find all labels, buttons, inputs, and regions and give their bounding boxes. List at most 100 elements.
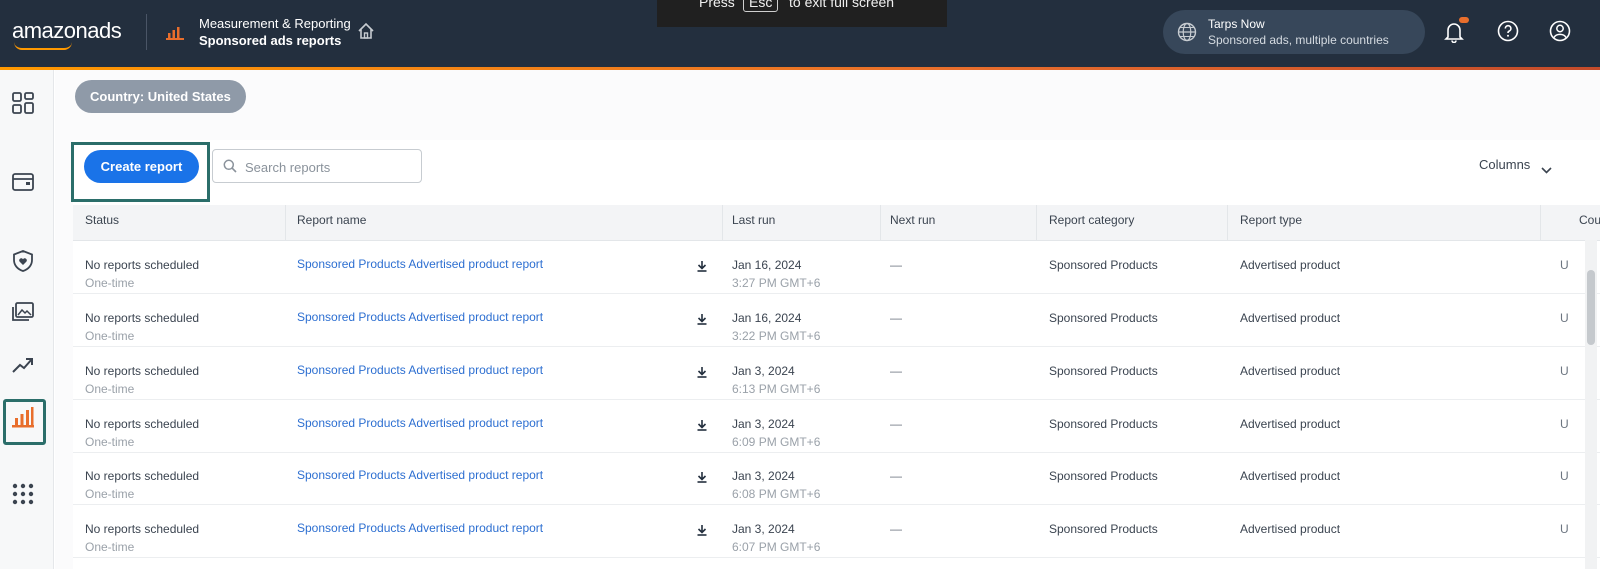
report-country: U: [1560, 258, 1569, 272]
row-status: No reports scheduled: [85, 258, 200, 272]
country-filter-chip[interactable]: Country: United States: [75, 80, 246, 113]
esc-key-label: Esc: [743, 0, 779, 12]
report-name-link[interactable]: Sponsored Products Advertised product re…: [297, 521, 543, 535]
header-status[interactable]: Status: [85, 213, 119, 227]
report-category: Sponsored Products: [1049, 311, 1158, 325]
report-name-link[interactable]: Sponsored Products Advertised product re…: [297, 363, 543, 377]
report-name-link[interactable]: Sponsored Products Advertised product re…: [297, 468, 543, 482]
next-run-value: —: [890, 364, 902, 378]
report-name-link[interactable]: Sponsored Products Advertised product re…: [297, 257, 543, 271]
row-status: No reports scheduled: [85, 364, 200, 378]
logo-smile-mark: [14, 42, 72, 50]
account-scope: Sponsored ads, multiple countries: [1208, 33, 1389, 47]
account-switcher[interactable]: Tarps Now Sponsored ads, multiple countr…: [1163, 10, 1425, 54]
account-name: Tarps Now: [1208, 17, 1265, 31]
next-run-value: —: [890, 311, 902, 325]
next-run-value: —: [890, 522, 902, 536]
report-type: Advertised product: [1240, 469, 1341, 483]
row-status: No reports scheduled: [85, 522, 200, 536]
last-run-time: 3:27 PM GMT+6: [732, 276, 821, 290]
apps-grid-icon[interactable]: [11, 482, 35, 511]
report-type: Advertised product: [1240, 364, 1341, 378]
search-reports-input[interactable]: [245, 157, 415, 177]
report-category: Sponsored Products: [1049, 417, 1158, 431]
next-run-value: —: [890, 417, 902, 431]
notification-badge: [1459, 17, 1469, 23]
fullscreen-suffix: to exit full screen: [789, 0, 895, 10]
scrollbar-thumb[interactable]: [1587, 270, 1595, 345]
last-run-time: 6:13 PM GMT+6: [732, 382, 821, 396]
selected-nav-highlight: [3, 399, 46, 445]
create-report-button[interactable]: Create report: [84, 150, 199, 183]
column-divider: [880, 205, 881, 241]
report-country: U: [1560, 469, 1569, 483]
report-category: Sponsored Products: [1049, 522, 1158, 536]
last-run-date: Jan 16, 2024: [732, 311, 802, 325]
column-divider: [1227, 205, 1228, 241]
next-run-value: —: [890, 469, 902, 483]
row-frequency: One-time: [85, 487, 135, 501]
report-type: Advertised product: [1240, 311, 1341, 325]
row-status: No reports scheduled: [85, 417, 200, 431]
report-type: Advertised product: [1240, 417, 1341, 431]
shield-icon[interactable]: [11, 249, 35, 278]
notifications-bell-icon[interactable]: [1444, 21, 1464, 48]
report-type: Advertised product: [1240, 258, 1341, 272]
amazon-ads-logo[interactable]: amazonads: [12, 18, 122, 44]
media-icon[interactable]: [11, 300, 35, 329]
last-run-date: Jan 3, 2024: [732, 469, 795, 483]
row-frequency: One-time: [85, 540, 135, 554]
row-status: No reports scheduled: [85, 469, 200, 483]
topbar-divider: [146, 14, 147, 50]
search-box[interactable]: [212, 149, 422, 183]
fullscreen-exit-banner: Press Esc to exit full screen: [657, 0, 947, 27]
header-report-type[interactable]: Report type: [1240, 213, 1302, 227]
download-icon[interactable]: [696, 365, 708, 383]
dashboard-icon[interactable]: [11, 91, 35, 120]
search-icon: [223, 159, 237, 178]
last-run-date: Jan 3, 2024: [732, 364, 795, 378]
download-icon[interactable]: [696, 470, 708, 488]
header-next-run[interactable]: Next run: [890, 213, 935, 227]
fullscreen-prefix: Press: [699, 0, 735, 10]
bar-chart-icon: [166, 26, 184, 45]
last-run-time: 3:22 PM GMT+6: [732, 329, 821, 343]
download-icon[interactable]: [696, 418, 708, 436]
last-run-date: Jan 3, 2024: [732, 522, 795, 536]
home-icon[interactable]: [357, 22, 375, 45]
report-category: Sponsored Products: [1049, 364, 1158, 378]
user-profile-icon[interactable]: [1549, 20, 1571, 47]
report-country: U: [1560, 311, 1569, 325]
download-icon[interactable]: [696, 312, 708, 330]
row-frequency: One-time: [85, 276, 135, 290]
globe-icon: [1177, 22, 1197, 47]
report-category: Sponsored Products: [1049, 258, 1158, 272]
download-icon[interactable]: [696, 259, 708, 277]
report-name-link[interactable]: Sponsored Products Advertised product re…: [297, 416, 543, 430]
last-run-date: Jan 3, 2024: [732, 417, 795, 431]
row-frequency: One-time: [85, 329, 135, 343]
last-run-time: 6:09 PM GMT+6: [732, 435, 821, 449]
last-run-time: 6:07 PM GMT+6: [732, 540, 821, 554]
header-country[interactable]: Cou: [1579, 213, 1600, 227]
column-divider: [285, 205, 286, 241]
row-frequency: One-time: [85, 435, 135, 449]
header-last-run[interactable]: Last run: [732, 213, 775, 227]
columns-button[interactable]: Columns: [1479, 157, 1530, 172]
header-report-name[interactable]: Report name: [297, 213, 366, 227]
help-icon[interactable]: [1497, 20, 1519, 47]
chevron-down-icon[interactable]: [1541, 161, 1552, 179]
last-run-date: Jan 16, 2024: [732, 258, 802, 272]
top-navigation-bar: amazonads Measurement & Reporting Sponso…: [0, 0, 1600, 67]
page-title: Sponsored ads reports: [199, 33, 342, 48]
left-navigation-rail: [0, 70, 54, 569]
row-frequency: One-time: [85, 382, 135, 396]
download-icon[interactable]: [696, 523, 708, 541]
breadcrumb-parent[interactable]: Measurement & Reporting: [199, 16, 351, 31]
column-divider: [1036, 205, 1037, 241]
column-divider: [1540, 205, 1541, 241]
report-name-link[interactable]: Sponsored Products Advertised product re…: [297, 310, 543, 324]
header-report-category[interactable]: Report category: [1049, 213, 1134, 227]
trend-icon[interactable]: [11, 353, 35, 382]
wallet-icon[interactable]: [11, 170, 35, 199]
